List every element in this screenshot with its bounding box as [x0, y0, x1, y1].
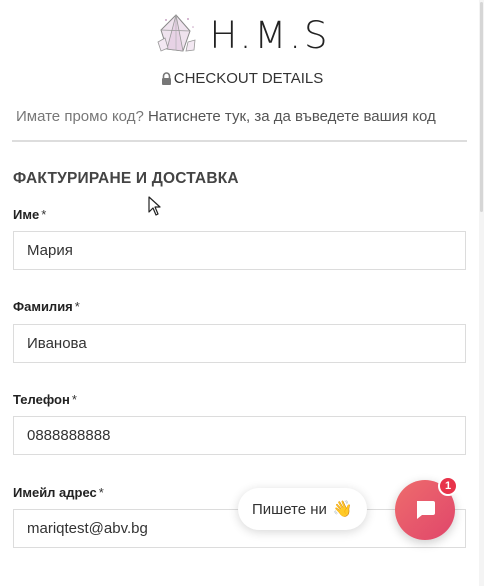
- promo-divider: [12, 140, 467, 142]
- brand-logo[interactable]: H.M.S: [0, 10, 484, 60]
- mouse-pointer-icon: [148, 196, 161, 216]
- required-mark: *: [74, 299, 80, 314]
- required-mark: *: [71, 392, 77, 407]
- crystal-gem-icon: [157, 14, 196, 52]
- phone-field[interactable]: [13, 416, 466, 455]
- brand-name: H.M.S: [209, 13, 331, 57]
- last-name-field[interactable]: [13, 324, 466, 363]
- last-name-label: Фамилия *: [13, 299, 80, 314]
- first-name-label: Име *: [13, 207, 47, 222]
- unread-count-badge: 1: [438, 476, 458, 496]
- promo-notice: Имате промо код? Натиснете тук, за да въ…: [16, 108, 436, 125]
- chat-prompt-text: Пишете ни: [252, 500, 327, 518]
- phone-label: Телефон *: [13, 392, 77, 407]
- lock-icon: [161, 72, 171, 85]
- page-title: CHECKOUT DETAILS: [0, 70, 484, 87]
- chat-icon: [417, 501, 435, 519]
- page-title-text: CHECKOUT DETAILS: [173, 70, 324, 87]
- promo-code-link[interactable]: Натиснете тук, за да въведете вашия код: [148, 108, 436, 125]
- chat-prompt-bubble[interactable]: Пишете ни 👋: [238, 488, 367, 530]
- section-title-billing: ФАКТУРИРАНЕ И ДОСТАВКА: [13, 170, 239, 187]
- required-mark: *: [98, 485, 104, 500]
- promo-question: Имате промо код?: [16, 108, 144, 125]
- first-name-field[interactable]: [13, 231, 466, 270]
- page-scrollbar[interactable]: [479, 0, 484, 586]
- email-label: Имейл адрес *: [13, 485, 104, 500]
- required-mark: *: [41, 207, 47, 222]
- waving-hand-icon: 👋: [332, 501, 353, 518]
